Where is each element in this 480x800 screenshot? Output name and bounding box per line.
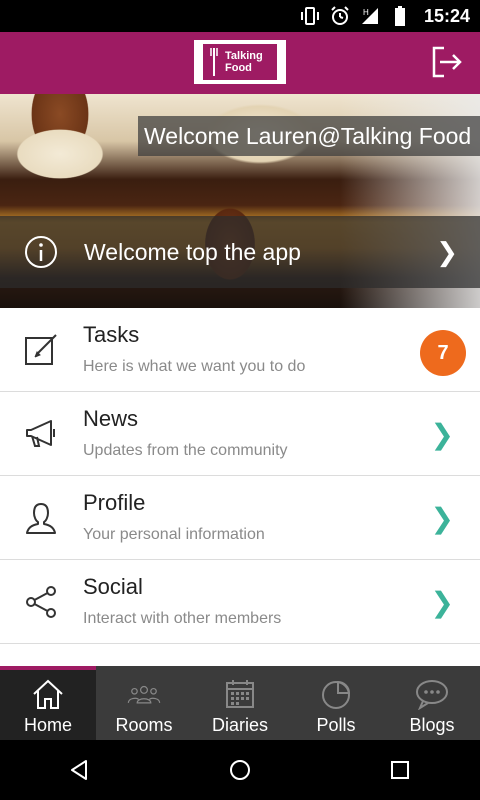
tab-rooms[interactable]: Rooms [96,666,192,740]
bottom-tab-bar: Home Rooms Diaries Polls Blogs [0,666,480,740]
talking-food-logo: Talking Food [194,40,286,84]
tab-diaries[interactable]: Diaries [192,666,288,740]
home-circle-icon [230,760,250,780]
megaphone-icon [22,415,60,453]
home-nav-button[interactable] [220,750,260,790]
status-bar: H 15:24 [0,0,480,32]
chevron-right-icon: ❯ [430,503,454,534]
tab-label: Diaries [211,715,268,735]
vibrate-icon [300,6,320,26]
tab-label: Rooms [115,715,173,735]
tab-label: Home [23,715,72,735]
tasks-count-badge: 7 [420,330,466,376]
signal-h-icon: H [360,6,380,26]
menu-item-subtitle: Your personal information [83,526,265,543]
menu-item-title: Tasks [83,322,140,347]
tab-label: Blogs [409,715,455,735]
back-triangle-icon [71,760,87,780]
alarm-icon [330,6,350,26]
menu-item-title: Profile [83,490,146,515]
chevron-right-icon: ❯ [430,587,454,618]
menu-item-social[interactable]: Social Interact with other members ❯ [0,560,480,644]
menu-item-profile[interactable]: Profile Your personal information ❯ [0,476,480,560]
chevron-right-icon: ❯ [436,236,458,267]
welcome-user-label: Welcome Lauren@Talking Food [138,116,480,156]
menu-item-subtitle: Here is what we want you to do [83,358,306,375]
group-icon [127,677,161,711]
logo-text: Talking Food [225,50,263,74]
menu-item-title: News [83,406,139,431]
tab-polls[interactable]: Polls [288,666,384,740]
chat-bubble-icon [415,677,449,711]
info-icon [24,235,58,269]
menu-item-news[interactable]: News Updates from the community ❯ [0,392,480,476]
fork-icon [210,48,218,76]
clock: 15:24 [423,5,470,26]
chevron-right-icon: ❯ [430,419,454,450]
calendar-icon [223,677,257,711]
tab-label: Polls [316,715,356,735]
welcome-banner[interactable]: Welcome top the app ❯ [0,216,480,288]
svg-text:H: H [363,8,369,17]
home-icon [31,677,65,711]
menu-item-subtitle: Updates from the community [83,442,288,459]
edit-icon [22,331,60,369]
logout-button[interactable] [430,44,466,80]
recents-square-icon [391,761,409,779]
back-button[interactable] [60,750,100,790]
menu-item-subtitle: Interact with other members [83,610,282,627]
logout-icon [432,46,462,78]
user-icon [22,499,60,537]
tab-home[interactable]: Home [0,666,96,740]
menu-item-tasks[interactable]: Tasks Here is what we want you to do 7 [0,308,480,392]
battery-icon [390,6,410,26]
pie-chart-icon [319,677,353,711]
tab-blogs[interactable]: Blogs [384,666,480,740]
welcome-banner-label: Welcome top the app [84,238,301,265]
share-icon [22,583,60,621]
recents-button[interactable] [380,750,420,790]
menu-item-title: Social [83,574,143,599]
menu-list: Tasks Here is what we want you to do 7 N… [0,308,480,644]
system-nav-bar [0,740,480,800]
